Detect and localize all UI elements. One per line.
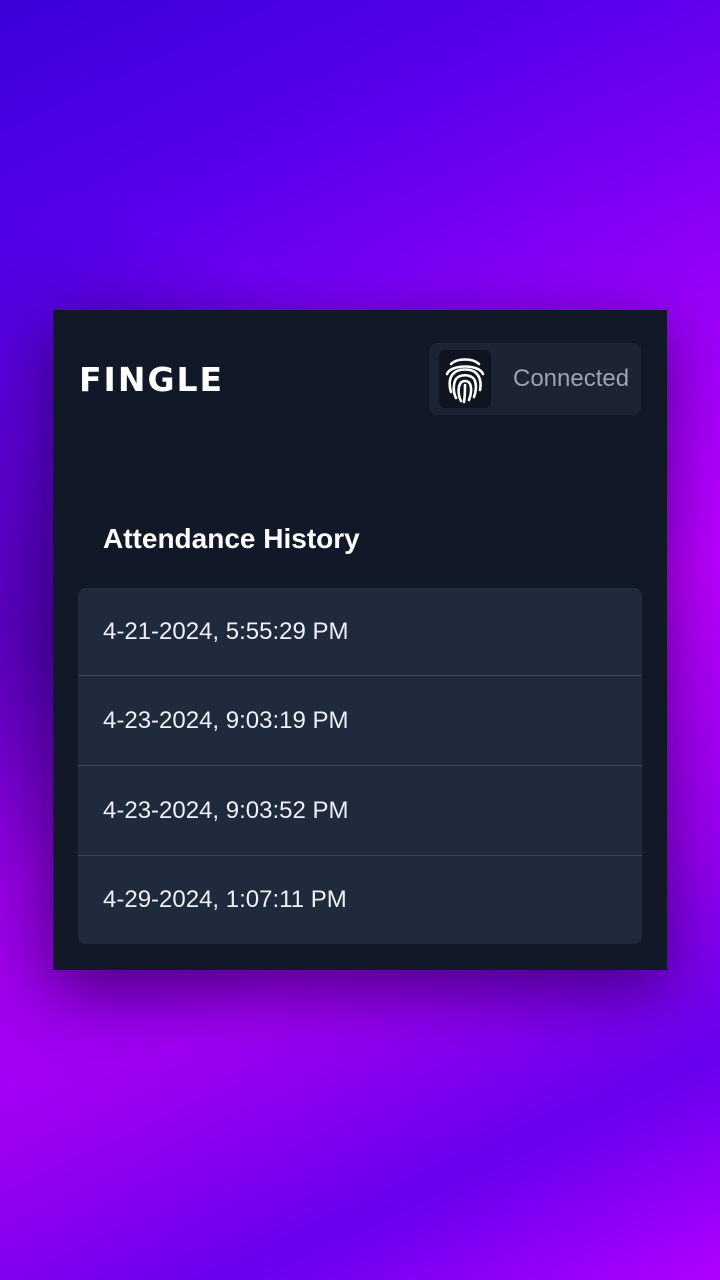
section-title: Attendance History	[103, 523, 360, 554]
connection-status: Connected	[513, 365, 630, 392]
attendance-card: FINGLE Connected Attendance History 4-21…	[53, 310, 667, 970]
history-entry[interactable]: 4-21-2024, 5:55:29 PM	[78, 588, 642, 676]
history-entry[interactable]: 4-23-2024, 9:03:19 PM	[78, 676, 642, 766]
app-title: FINGLE	[79, 360, 225, 399]
fingerprint-icon	[439, 350, 491, 408]
device-status-pill: Connected	[429, 343, 641, 415]
attendance-history-list: 4-21-2024, 5:55:29 PM 4-23-2024, 9:03:19…	[78, 588, 642, 944]
history-entry[interactable]: 4-29-2024, 1:07:11 PM	[78, 856, 642, 944]
history-entry[interactable]: 4-23-2024, 9:03:52 PM	[78, 766, 642, 856]
